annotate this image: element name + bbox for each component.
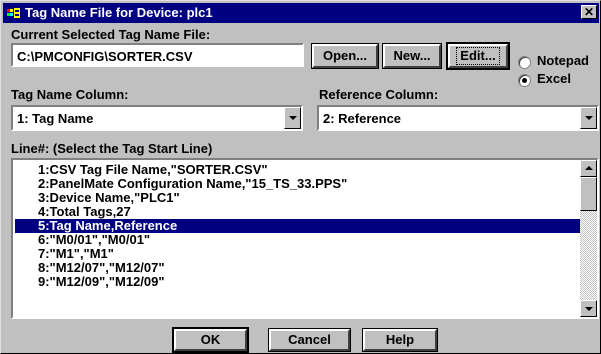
open-button-label: Open... — [322, 48, 368, 63]
scroll-up-button[interactable] — [580, 160, 597, 177]
current-file-value: C:\PMCONFIG\SORTER.CSV — [17, 49, 193, 64]
tag-name-file-dialog: Tag Name File for Device: plc1 ✕ Current… — [0, 0, 601, 354]
current-file-label: Current Selected Tag Name File: — [11, 27, 211, 42]
help-button[interactable]: Help — [362, 328, 438, 352]
list-item[interactable]: 3:Device Name,"PLC1" — [15, 191, 581, 205]
scroll-down-button[interactable] — [580, 300, 597, 317]
list-item[interactable]: 6:"M0/01","M0/01" — [15, 233, 581, 247]
reference-column-select[interactable]: 2: Reference — [317, 105, 599, 131]
lines-listbox[interactable]: 1:CSV Tag File Name,"SORTER.CSV" 2:Panel… — [11, 158, 599, 319]
lines-scrollbar[interactable] — [580, 160, 597, 317]
tag-name-column-select[interactable]: 1: Tag Name — [11, 105, 303, 131]
notepad-label: Notepad — [537, 53, 589, 68]
chevron-down-icon — [585, 116, 593, 120]
excel-radio[interactable] — [518, 74, 531, 87]
close-icon: ✕ — [583, 5, 595, 19]
excel-label: Excel — [537, 71, 571, 86]
list-item[interactable]: 7:"M1","M1" — [15, 247, 581, 261]
scroll-down-icon — [585, 307, 593, 311]
edit-button-label: Edit... — [456, 47, 500, 65]
tag-name-column-dropdown-button[interactable] — [284, 107, 301, 129]
list-item[interactable]: 4:Total Tags,27 — [15, 205, 581, 219]
list-item[interactable]: 1:CSV Tag File Name,"SORTER.CSV" — [15, 163, 581, 177]
close-button[interactable]: ✕ — [581, 5, 597, 19]
list-item[interactable]: 8:"M12/07","M12/07" — [15, 261, 581, 275]
help-button-label: Help — [385, 332, 415, 347]
ok-button[interactable]: OK — [172, 327, 249, 353]
cancel-button[interactable]: Cancel — [268, 328, 351, 352]
lines-label: Line#: (Select the Tag Start Line) — [11, 141, 213, 156]
cancel-button-label: Cancel — [288, 332, 331, 347]
chevron-down-icon — [289, 116, 297, 120]
radio-selected-dot — [522, 78, 527, 83]
new-button-label: New... — [393, 48, 431, 63]
window-title: Tag Name File for Device: plc1 — [25, 5, 213, 20]
app-icon — [7, 8, 20, 18]
reference-column-dropdown-button[interactable] — [580, 107, 597, 129]
notepad-radio[interactable] — [518, 56, 531, 69]
open-button[interactable]: Open... — [311, 43, 379, 69]
reference-column-label: Reference Column: — [319, 87, 439, 102]
edit-button[interactable]: Edit... — [446, 42, 510, 70]
list-item[interactable]: 9:"M12/09","M12/09" — [15, 275, 581, 289]
scroll-up-icon — [585, 166, 593, 170]
new-button[interactable]: New... — [382, 43, 442, 69]
tag-name-column-value: 1: Tag Name — [17, 111, 94, 126]
current-file-field[interactable]: C:\PMCONFIG\SORTER.CSV — [11, 43, 304, 67]
ok-button-label: OK — [200, 332, 221, 347]
title-bar[interactable]: Tag Name File for Device: plc1 ✕ — [3, 3, 599, 23]
list-item-selected[interactable]: 5:Tag Name,Reference — [15, 219, 581, 233]
list-item[interactable]: 2:PanelMate Configuration Name,"15_TS_33… — [15, 177, 581, 191]
reference-column-value: 2: Reference — [323, 111, 402, 126]
scroll-thumb[interactable] — [580, 177, 597, 211]
tag-name-column-label: Tag Name Column: — [11, 87, 129, 102]
